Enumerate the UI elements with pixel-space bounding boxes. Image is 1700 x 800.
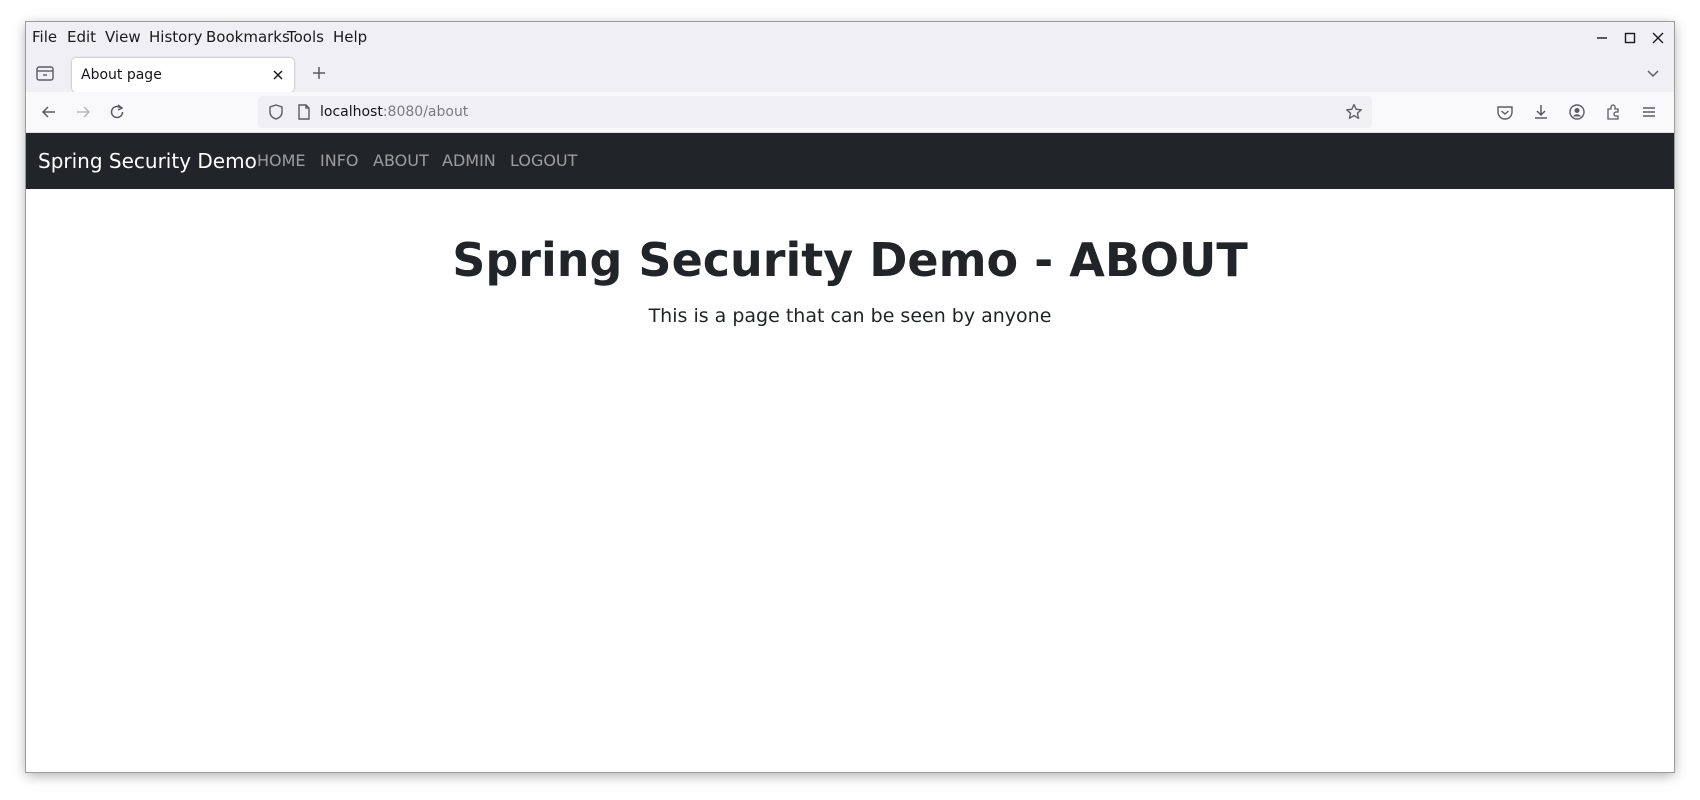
site-navbar: Spring Security Demo HOME INFO ABOUT ADM… [26,133,1674,189]
account-icon[interactable] [1566,101,1588,123]
tab-strip: About page [26,52,1674,92]
reload-icon[interactable] [106,101,128,123]
menu-view[interactable]: View [105,28,141,46]
maximize-icon[interactable] [1620,28,1640,48]
close-tab-icon[interactable] [270,67,286,83]
menu-history[interactable]: History [149,28,202,46]
url-path: :8080/about [382,104,469,120]
menu-help[interactable]: Help [333,28,367,46]
menu-file[interactable]: File [32,28,57,46]
site-brand[interactable]: Spring Security Demo [38,149,257,173]
menu-edit[interactable]: Edit [67,28,96,46]
menu-bookmarks[interactable]: Bookmarks [206,28,290,46]
minimize-icon[interactable] [1592,28,1612,48]
tab-about[interactable]: About page [72,58,294,92]
shield-icon[interactable] [266,102,286,122]
nav-link-logout[interactable]: LOGOUT [510,151,577,170]
forward-icon[interactable] [72,101,94,123]
url-text[interactable]: localhost:8080/about [320,104,468,120]
url-host: localhost [320,104,383,120]
url-bar[interactable]: localhost:8080/about [258,96,1372,128]
menu-bar: File Edit View History Bookmarks Tools H… [26,22,1674,52]
extensions-icon[interactable] [1602,101,1624,123]
nav-link-admin[interactable]: ADMIN [442,151,496,170]
navigation-bar: localhost:8080/about [26,92,1674,133]
close-window-icon[interactable] [1648,28,1668,48]
menu-tools[interactable]: Tools [287,28,324,46]
new-tab-icon[interactable] [308,62,330,84]
bookmark-star-icon[interactable] [1344,102,1364,122]
nav-link-about[interactable]: ABOUT [373,151,429,170]
page-title: Spring Security Demo - ABOUT [452,233,1248,287]
tab-title: About page [81,67,162,83]
web-page: Spring Security Demo HOME INFO ABOUT ADM… [26,133,1674,772]
downloads-icon[interactable] [1530,101,1552,123]
list-tabs-icon[interactable] [1642,62,1664,84]
nav-link-home[interactable]: HOME [257,151,306,170]
tab-groups-icon[interactable] [34,62,56,84]
browser-window: File Edit View History Bookmarks Tools H… [26,22,1674,772]
back-icon[interactable] [38,101,60,123]
page-subtitle: This is a page that can be seen by anyon… [648,305,1052,327]
nav-link-info[interactable]: INFO [320,151,358,170]
menu-hamburger-icon[interactable] [1638,101,1660,123]
page-info-icon[interactable] [294,102,314,122]
pocket-icon[interactable] [1494,101,1516,123]
